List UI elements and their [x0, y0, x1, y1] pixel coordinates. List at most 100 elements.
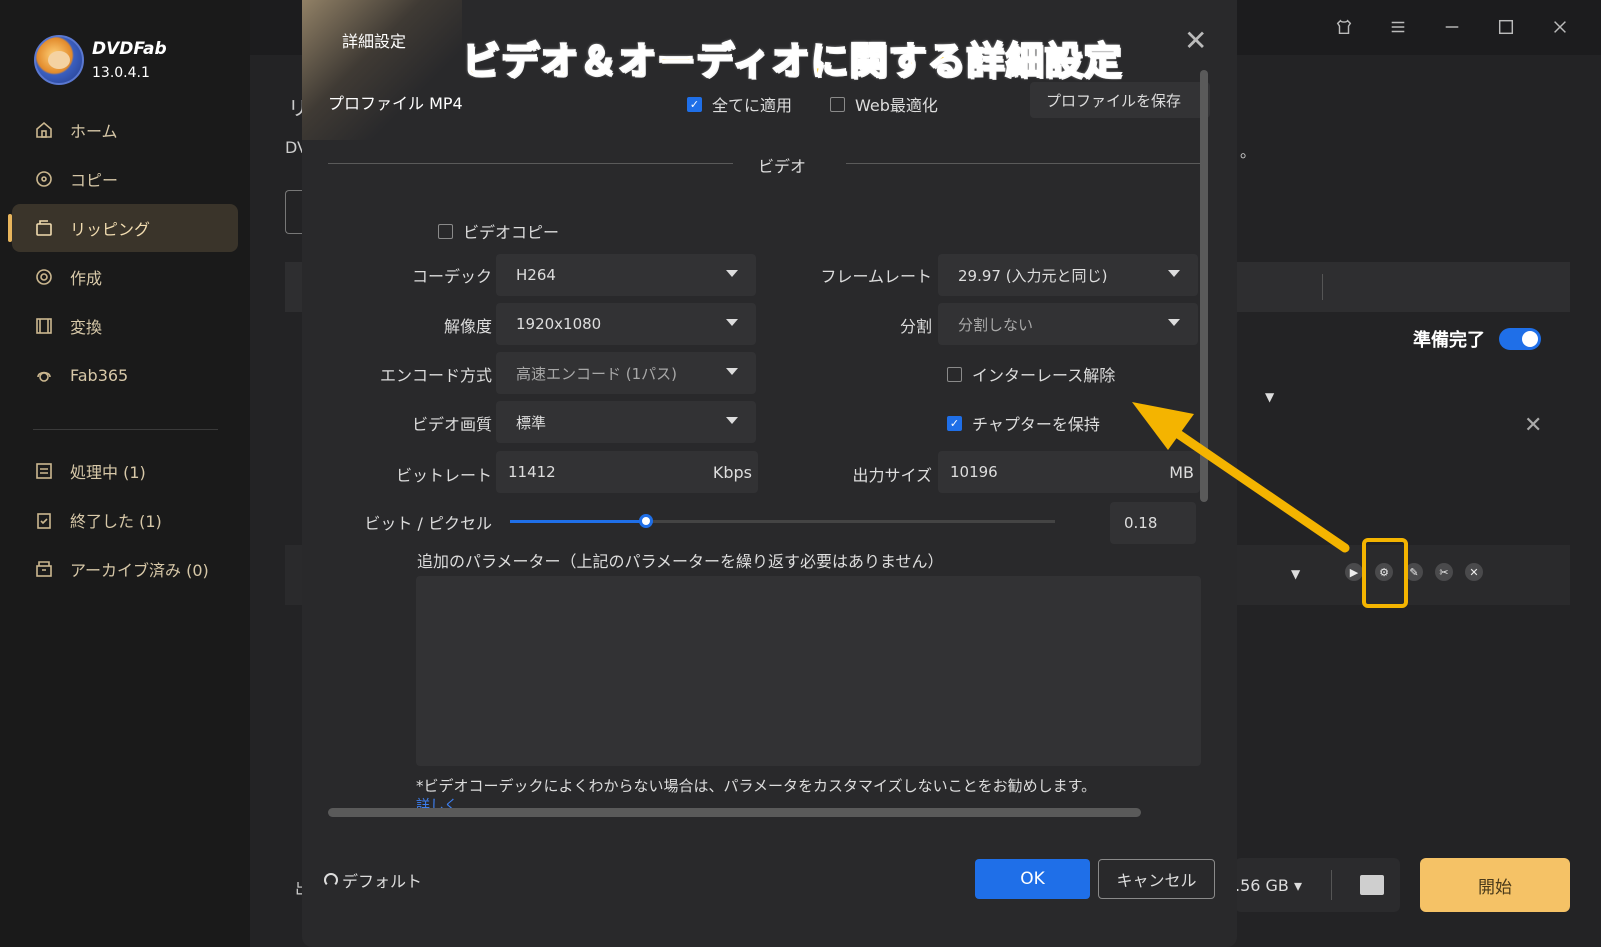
dropdown-caret-icon	[726, 368, 738, 375]
codec-select[interactable]: H264	[496, 254, 756, 296]
app-logo: DVDFab 13.0.4.1	[34, 35, 167, 85]
sidebar-item-copy[interactable]: コピー	[12, 155, 238, 203]
sidebar-item-label: ホーム	[70, 122, 118, 141]
sidebar-item-label: 変換	[70, 318, 103, 337]
scissors-icon[interactable]: ✂	[1435, 563, 1453, 581]
app-version: 13.0.4.1	[92, 65, 150, 81]
sidebar-item-home[interactable]: ホーム	[12, 106, 238, 154]
archive-box-icon	[34, 559, 54, 579]
cancel-button[interactable]: キャンセル	[1098, 859, 1215, 899]
shirt-skin-icon[interactable]	[1333, 16, 1355, 38]
codec-note: *ビデオコーデックによくわからない場合は、パラメータをカスタマイズしないことをお…	[416, 777, 1097, 795]
annotation-title: ビデオ＆オーディオに関する詳細設定	[461, 38, 1123, 84]
dropdown-caret-icon	[726, 270, 738, 277]
bits-per-pixel-slider[interactable]	[510, 514, 1055, 528]
output-size-unit: MB	[1169, 462, 1194, 482]
home-icon	[34, 120, 54, 140]
encode-method-label: エンコード方式	[379, 366, 492, 385]
video-quality-label: ビデオ画質	[411, 415, 492, 434]
split-select[interactable]: 分割しない	[938, 303, 1198, 345]
checkbox-icon[interactable]	[947, 366, 962, 382]
sidebar-item-label: 処理中 (1)	[70, 463, 146, 482]
brand-name: DVDFab	[92, 39, 167, 59]
additional-params-label: 追加のパラメーター（上記のパラメーターを繰り返す必要はありません）	[417, 552, 944, 571]
sidebar-item-label: アーカイブ済み (0)	[70, 561, 209, 580]
sidebar-item-archived[interactable]: アーカイブ済み (0)	[12, 545, 238, 593]
profile-label: プロファイル MP4	[328, 94, 463, 113]
bitrate-label: ビットレート	[395, 466, 492, 485]
reset-default-button[interactable]: デフォルト	[324, 868, 422, 892]
video-quality-select[interactable]: 標準	[496, 401, 756, 443]
bits-per-pixel-value[interactable]: 0.18	[1110, 502, 1196, 544]
chevron-down-icon[interactable]: ▼	[1291, 567, 1300, 581]
sidebar-item-fab365[interactable]: Fab365	[12, 351, 238, 399]
video-copy-checkbox[interactable]: ビデオコピー	[438, 219, 559, 243]
dvdfab-mascot-logo	[34, 35, 84, 85]
menu-icon[interactable]	[1387, 16, 1409, 38]
close-icon[interactable]: ✕	[1184, 24, 1207, 57]
output-size-label: 出力サイズ	[852, 466, 932, 485]
finished-clipboard-icon	[34, 510, 54, 530]
maximize-icon[interactable]	[1495, 16, 1517, 38]
sidebar-item-create[interactable]: 作成	[12, 253, 238, 301]
ready-toggle[interactable]	[1499, 328, 1541, 350]
create-disc-icon	[34, 267, 54, 287]
slider-fill	[510, 520, 647, 523]
play-icon[interactable]: ▶	[1345, 563, 1363, 581]
add-source-button-edge[interactable]	[285, 190, 303, 234]
ok-button[interactable]: OK	[975, 859, 1090, 899]
keep-chapters-checkbox[interactable]: チャプターを保持	[947, 411, 1100, 435]
slider-handle[interactable]	[639, 514, 654, 528]
framerate-select[interactable]: 29.97 (入力元と同じ)	[938, 254, 1198, 296]
checkbox-checked-icon[interactable]	[947, 415, 962, 431]
bits-per-pixel-label: ビット / ピクセル	[364, 514, 492, 533]
sidebar-item-label: 終了した (1)	[70, 512, 162, 531]
dropdown-caret-icon	[1168, 270, 1180, 277]
dropdown-caret-icon	[726, 417, 738, 424]
chevron-down-icon[interactable]: ▼	[1265, 390, 1274, 404]
folder-icon[interactable]	[1360, 875, 1384, 895]
resolution-select[interactable]: 1920x1080	[496, 303, 756, 345]
save-profile-button[interactable]: プロファイルを保存	[1030, 82, 1210, 118]
horizontal-scrollbar[interactable]	[328, 808, 1141, 817]
codec-label: コーデック	[411, 267, 492, 286]
sidebar-divider	[33, 429, 218, 430]
minimize-icon[interactable]	[1441, 16, 1463, 38]
ready-label: 準備完了	[1413, 330, 1485, 351]
dialog-decoration	[302, 0, 462, 140]
checkbox-icon[interactable]	[438, 223, 453, 239]
copy-disc-icon	[34, 169, 54, 189]
vertical-scrollbar[interactable]	[1200, 70, 1208, 502]
checkbox-checked-icon[interactable]	[687, 96, 702, 112]
web-optimize-checkbox[interactable]: Web最適化	[830, 92, 938, 116]
storage-bar: .56 GB ▾	[1235, 858, 1400, 912]
checkbox-icon[interactable]	[830, 96, 845, 112]
framerate-label: フレームレート	[820, 267, 932, 286]
section-title: ビデオ	[758, 157, 807, 176]
fab365-icon	[34, 365, 54, 385]
highlight-annotation-box	[1362, 538, 1408, 608]
apply-all-checkbox[interactable]: 全てに適用	[687, 92, 792, 116]
window-controls	[1333, 16, 1571, 38]
queue-nav: 処理中 (1) 終了した (1) アーカイブ済み (0)	[12, 447, 238, 594]
storage-select[interactable]: .56 GB ▾	[1235, 876, 1302, 895]
deinterlace-checkbox[interactable]: インターレース解除	[947, 362, 1115, 386]
sidebar-item-finished[interactable]: 終了した (1)	[12, 496, 238, 544]
sidebar-item-processing[interactable]: 処理中 (1)	[12, 447, 238, 495]
sidebar-item-convert[interactable]: 変換	[12, 302, 238, 350]
close-window-icon[interactable]	[1549, 16, 1571, 38]
dialog-title: 詳細設定	[342, 32, 407, 51]
remove-task-close-icon[interactable]: ✕	[1524, 413, 1542, 438]
sidebar-item-label: 作成	[70, 269, 103, 288]
encode-method-select[interactable]: 高速エンコード (1パス)	[496, 352, 756, 394]
additional-params-textarea[interactable]	[416, 576, 1201, 766]
close-icon[interactable]: ✕	[1465, 563, 1483, 581]
start-button[interactable]: 開始	[1420, 858, 1570, 912]
bitrate-input[interactable]: 11412 Kbps	[496, 451, 758, 493]
advanced-settings-dialog: 詳細設定 ✕ プロファイル MP4 全てに適用 Web最適化 プロファイルを保存…	[302, 0, 1237, 947]
video-section-header: ビデオ	[328, 153, 1201, 176]
output-size-input[interactable]: 10196 MB	[938, 451, 1200, 493]
split-label: 分割	[899, 317, 932, 336]
sidebar-item-ripping[interactable]: リッピング	[8, 204, 238, 252]
sidebar-item-label: コピー	[70, 171, 119, 190]
